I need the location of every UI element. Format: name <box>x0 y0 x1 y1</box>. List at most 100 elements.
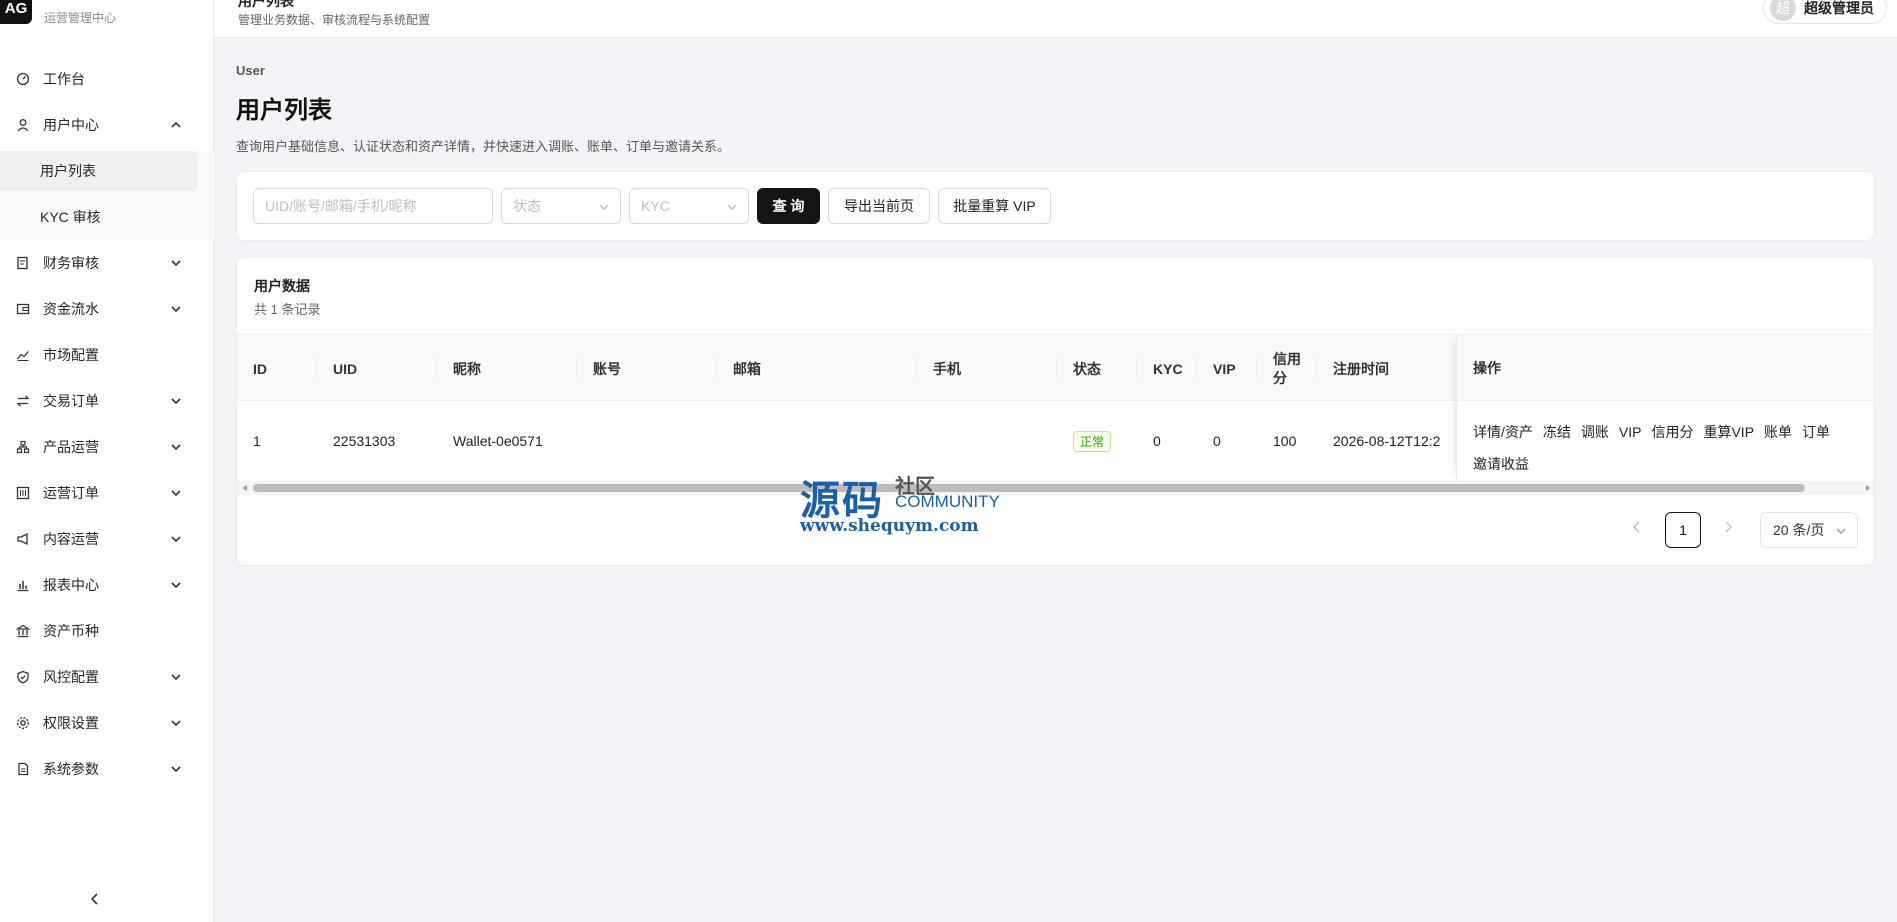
pagination-page[interactable]: 1 <box>1665 512 1701 548</box>
op-freeze-link[interactable]: 冻结 <box>1543 424 1571 440</box>
kyc-select[interactable]: KYC <box>629 188 749 224</box>
brand-logo[interactable]: AG <box>0 0 32 24</box>
sidebar-item-risk-config[interactable]: 风控配置 <box>0 654 214 700</box>
op-detail-link[interactable]: 详情/资产 <box>1473 424 1533 440</box>
chevron-down-icon <box>171 536 181 543</box>
sidebar-item-product-ops[interactable]: 产品运营 <box>0 424 214 470</box>
ops-column: 操作 详情/资产 冻结 调账 VIP 信用分 重算VIP 账单 订单邀请收益 <box>1456 334 1874 481</box>
sidebar-item-label: 报表中心 <box>43 577 99 593</box>
bank-icon <box>16 624 30 638</box>
filter-bar: UID/账号/邮箱/手机/昵称 状态 KYC 查 询 导出当前页 批量重算 VI… <box>236 171 1875 241</box>
scroll-right-icon[interactable] <box>1863 483 1873 493</box>
pagination-prev-icon[interactable] <box>1629 519 1645 535</box>
sidebar-item-label: 产品运营 <box>43 439 99 455</box>
op-bill-link[interactable]: 账单 <box>1764 424 1792 440</box>
cell-id: 1 <box>253 433 261 449</box>
status-select[interactable]: 状态 <box>501 188 621 224</box>
sidebar-item-user-center[interactable]: 用户中心 <box>0 102 214 148</box>
sidebar-item-content-ops[interactable]: 内容运营 <box>0 516 214 562</box>
op-credit-link[interactable]: 信用分 <box>1651 424 1693 440</box>
avatar: 超 <box>1770 0 1796 21</box>
user-menu[interactable]: 超 超级管理员 <box>1763 0 1887 24</box>
top-header: 用户列表 管理业务数据、审核流程与系统配置 超 超级管理员 <box>214 0 1897 38</box>
sidebar-item-reports[interactable]: 报表中心 <box>0 562 214 608</box>
col-account: 账号 <box>593 360 621 377</box>
sidebar-item-label: 市场配置 <box>43 347 99 363</box>
sidebar-item-label: 内容运营 <box>43 531 99 547</box>
sidebar-item-system-params[interactable]: 系统参数 <box>0 746 214 792</box>
cluster-icon <box>16 440 30 454</box>
op-vip-link[interactable]: VIP <box>1619 424 1642 440</box>
op-orders-link[interactable]: 订单 <box>1802 424 1830 440</box>
chevron-down-icon <box>171 260 181 267</box>
scroll-left-icon[interactable] <box>240 483 250 493</box>
status-placeholder: 状态 <box>513 198 541 214</box>
bar-chart-icon <box>16 578 30 592</box>
sidebar-item-fund-flow[interactable]: 资金流水 <box>0 286 214 332</box>
shield-icon <box>16 670 30 684</box>
col-uid: UID <box>333 360 358 377</box>
col-ops: 操作 <box>1473 359 1501 376</box>
op-adjust-link[interactable]: 调账 <box>1581 424 1609 440</box>
sidebar-item-label: 资产币种 <box>43 623 99 639</box>
pagination-next-icon[interactable] <box>1720 519 1736 535</box>
sidebar-item-dashboard[interactable]: 工作台 <box>0 56 214 102</box>
user-icon <box>16 118 30 132</box>
watermark: 源码 社区 COMMUNITY www.shequym.com <box>800 468 1010 538</box>
sidebar-item-label: 系统参数 <box>43 761 99 777</box>
sidebar-subitem-label: 用户列表 <box>40 163 96 179</box>
gear-icon <box>16 716 30 730</box>
page-size-label: 20 条/页 <box>1773 522 1825 538</box>
search-input[interactable]: UID/账号/邮箱/手机/昵称 <box>253 188 493 224</box>
sidebar-item-trade-orders[interactable]: 交易订单 <box>0 378 214 424</box>
recalc-vip-button[interactable]: 批量重算 VIP <box>938 188 1051 224</box>
col-nickname: 昵称 <box>453 360 481 377</box>
col-phone: 手机 <box>933 360 961 377</box>
sidebar: AG 运营管理中心 工作台 用户中心 用户列表 KYC 审核 财务审核 资金流水 <box>0 0 214 922</box>
export-page-button[interactable]: 导出当前页 <box>828 188 930 224</box>
sidebar-item-label: 风控配置 <box>43 669 99 685</box>
table-title: 用户数据 <box>254 278 310 294</box>
chevron-up-icon <box>171 121 181 128</box>
sidebar-subitem-label: KYC 审核 <box>40 209 101 225</box>
chevron-down-icon <box>171 444 181 451</box>
main-content: User 用户列表 查询用户基础信息、认证状态和资产详情，并快速进入调账、账单、… <box>214 38 1897 922</box>
user-center-submenu: 用户列表 KYC 审核 <box>0 151 214 240</box>
col-register-time: 注册时间 <box>1333 360 1389 377</box>
chevron-down-icon <box>171 674 181 681</box>
scrollbar-thumb[interactable] <box>253 484 1805 492</box>
sidebar-subitem-kyc[interactable]: KYC 审核 <box>0 194 214 240</box>
order-icon <box>16 486 30 500</box>
horizontal-scrollbar[interactable] <box>237 481 1874 495</box>
chevron-down-icon <box>599 204 609 210</box>
chevron-down-icon <box>171 720 181 727</box>
user-table-card: 用户数据 共 1 条记录 ID UID 昵称 账号 邮箱 手机 状态 KYC V… <box>236 257 1875 566</box>
sidebar-item-assets[interactable]: 资产币种 <box>0 608 214 654</box>
megaphone-icon <box>16 532 30 546</box>
collapse-sidebar-icon[interactable] <box>88 892 102 906</box>
chevron-down-icon <box>727 204 737 210</box>
chevron-down-icon <box>171 490 181 497</box>
cell-kyc: 0 <box>1153 433 1161 449</box>
wallet-icon <box>16 302 30 316</box>
sidebar-item-market-config[interactable]: 市场配置 <box>0 332 214 378</box>
watermark-url: www.shequym.com <box>800 516 979 536</box>
chevron-down-icon <box>171 398 181 405</box>
dashboard-icon <box>16 72 30 86</box>
page-title: 用户列表 <box>236 97 332 124</box>
chevron-down-icon <box>171 306 181 313</box>
cell-vip: 0 <box>1213 433 1221 449</box>
chevron-down-icon <box>171 582 181 589</box>
op-recalc-vip-link[interactable]: 重算VIP <box>1703 424 1754 440</box>
op-invite-earnings-link[interactable]: 邀请收益 <box>1473 456 1529 472</box>
sidebar-item-ops-orders[interactable]: 运营订单 <box>0 470 214 516</box>
page-size-select[interactable]: 20 条/页 <box>1760 512 1858 548</box>
sidebar-item-finance-audit[interactable]: 财务审核 <box>0 240 214 286</box>
col-credit: 信用分 <box>1273 350 1301 386</box>
sidebar-nav: 工作台 用户中心 用户列表 KYC 审核 财务审核 资金流水 市场配置 交易订单 <box>0 56 214 792</box>
header-subtitle: 管理业务数据、审核流程与系统配置 <box>238 13 431 27</box>
sidebar-item-permissions[interactable]: 权限设置 <box>0 700 214 746</box>
user-name: 超级管理员 <box>1804 0 1874 16</box>
query-button[interactable]: 查 询 <box>757 188 820 224</box>
sidebar-subitem-user-list[interactable]: 用户列表 <box>0 151 198 191</box>
